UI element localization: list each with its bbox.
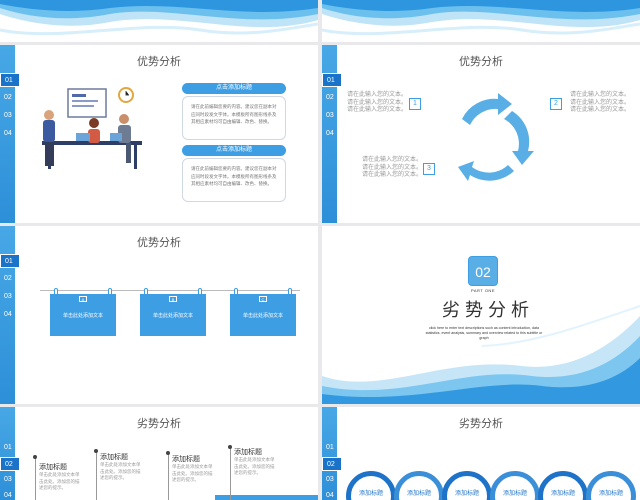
nav-item-02[interactable]: 02 <box>0 91 19 105</box>
timeline-item-desc: 单击此处添加文本单击此处。添加您的描述您的提示。 <box>172 464 213 482</box>
slide-thumbnail-7[interactable]: 01 02 03 04 劣势分析 添加标题 单击此处添加文本单击此处。添加您的描… <box>0 407 318 500</box>
nav-item-01[interactable]: 01 <box>0 254 20 268</box>
nav-item-01[interactable]: 01 <box>322 441 341 455</box>
nav-item-03[interactable]: 03 <box>322 473 341 487</box>
circle-item-1[interactable]: 添加标题 <box>346 471 396 500</box>
circle-label: 添加标题 <box>502 491 527 497</box>
slide-thumbnail-5[interactable]: 01 02 03 04 优势分析 A 单击此处添加文本 B 单击此处添加文本 C… <box>0 226 318 404</box>
section-description: click here to enter text descriptions su… <box>425 326 543 340</box>
nav-item-04[interactable]: 04 <box>322 489 341 500</box>
cycle-arrows-icon <box>458 93 534 181</box>
circle-item-6[interactable]: 添加标题 <box>586 471 636 500</box>
section-number-badge: 02 <box>468 256 498 286</box>
circle-item-2[interactable]: 添加标题 <box>394 471 444 500</box>
card-text: 单击此处添加文本 <box>62 313 103 319</box>
callout-box-2[interactable]: 请在此前编辑您要的内容。建议您在副本对应同时段发文字体。本模板所有图形线条及其相… <box>182 158 286 202</box>
side-nav: 01 02 03 04 <box>0 45 20 223</box>
callout-header-1[interactable]: 点击添加标题 <box>182 83 286 94</box>
slide-thumbnail-2[interactable] <box>322 0 640 42</box>
slide-grid: 01 02 03 04 优势分析 点击添加标题 请在此前编辑您要的内容。建议您在… <box>0 0 640 500</box>
card-tag: C <box>259 296 267 302</box>
nav-item-01[interactable]: 01 <box>322 73 342 87</box>
slide-thumbnail-4[interactable]: 01 02 03 04 优势分析 请在此输入您的文本。 请在此输入您的文本。 请… <box>322 45 640 223</box>
slide-title: 优势分析 <box>459 56 503 68</box>
number-box-2: 2 <box>550 98 562 110</box>
nav-item-02[interactable]: 02 <box>0 272 19 286</box>
side-nav: 01 02 03 04 <box>322 45 342 223</box>
hanging-card-a[interactable]: A 单击此处添加文本 <box>50 288 116 336</box>
timeline-item-title[interactable]: 添加标题 <box>39 462 67 472</box>
nav-item-03[interactable]: 03 <box>0 290 19 304</box>
text-block-right[interactable]: 请在此输入您的文本。 请在此输入您的文本。 请在此输入您的文本。 <box>570 92 636 115</box>
section-title: 劣势分析 <box>442 300 534 320</box>
text-block-left-bottom[interactable]: 请在此输入您的文本。 请在此输入您的文本。 请在此输入您的文本。 <box>362 157 428 180</box>
wave-decoration <box>322 0 640 36</box>
circle-item-4[interactable]: 添加标题 <box>490 471 540 500</box>
slide-title: 优势分析 <box>137 56 181 68</box>
card-text: 单击此处添加文本 <box>152 313 193 319</box>
card-tag: A <box>79 296 87 302</box>
slide-thumbnail-3[interactable]: 01 02 03 04 优势分析 点击添加标题 请在此前编辑您要的内容。建议您在… <box>0 45 318 223</box>
nav-item-04[interactable]: 04 <box>0 127 19 141</box>
circle-label: 添加标题 <box>550 491 575 497</box>
hanging-card-b[interactable]: B 单击此处添加文本 <box>140 288 206 336</box>
circle-item-5[interactable]: 添加标题 <box>538 471 588 500</box>
circle-label: 添加标题 <box>406 491 431 497</box>
timeline-item-title[interactable]: 添加标题 <box>100 452 128 462</box>
timeline-item-desc: 单击此处添加文本单击此处。添加您的描述您的提示。 <box>100 462 141 480</box>
callout-box-1[interactable]: 请在此前编辑您要的内容。建议您在副本对应同时段发文字体。本模板所有图形线条及其相… <box>182 96 286 140</box>
nav-item-01[interactable]: 01 <box>0 73 20 87</box>
nav-item-03[interactable]: 03 <box>322 109 341 123</box>
slide-thumbnail-8[interactable]: 01 02 03 04 劣势分析 添加标题 添加标题 添加标题 添加标题 添加标… <box>322 407 640 500</box>
nav-item-03[interactable]: 03 <box>0 109 19 123</box>
slide-title: 劣势分析 <box>137 418 181 430</box>
slide-thumbnail-1[interactable] <box>0 0 318 42</box>
nav-item-02[interactable]: 02 <box>0 457 20 471</box>
nav-item-03[interactable]: 03 <box>0 473 19 487</box>
timeline-item-title[interactable]: 添加标题 <box>234 447 262 457</box>
circle-label: 添加标题 <box>358 491 383 497</box>
nav-item-02[interactable]: 02 <box>322 91 341 105</box>
nav-item-02[interactable]: 02 <box>322 457 342 471</box>
wave-decoration <box>0 0 318 36</box>
slide-title: 劣势分析 <box>459 418 503 430</box>
circle-item-3[interactable]: 添加标题 <box>442 471 492 500</box>
circle-label: 添加标题 <box>454 491 479 497</box>
nav-item-04[interactable]: 04 <box>0 489 19 500</box>
nav-item-01[interactable]: 01 <box>0 441 19 455</box>
timeline-item-desc: 单击此处添加文本单击此处。添加您的描述您的提示。 <box>39 472 80 490</box>
card-tag: B <box>169 296 177 302</box>
text-block-left-top[interactable]: 请在此输入您的文本。 请在此输入您的文本。 请在此输入您的文本。 <box>347 92 417 115</box>
slide-title: 优势分析 <box>137 237 181 249</box>
hanging-card-c[interactable]: C 单击此处添加文本 <box>230 288 296 336</box>
number-box-1: 1 <box>409 98 421 110</box>
nav-item-04[interactable]: 04 <box>322 127 341 141</box>
slide-thumbnail-6[interactable]: 02 PART ONE 劣势分析 click here to enter tex… <box>322 226 640 404</box>
side-nav: 01 02 03 04 <box>0 226 20 404</box>
number-box-3: 3 <box>423 163 435 175</box>
timeline-item-title[interactable]: 添加标题 <box>172 454 200 464</box>
timeline-item-desc: 单击此处添加文本单击此处。添加您的描述您的提示。 <box>234 457 275 475</box>
part-label: PART ONE <box>470 288 495 293</box>
circle-label: 添加标题 <box>598 491 623 497</box>
callout-header-2[interactable]: 点击添加标题 <box>182 145 286 156</box>
nav-item-04[interactable]: 04 <box>0 308 19 322</box>
card-text: 单击此处添加文本 <box>242 313 283 319</box>
office-meeting-illustration <box>42 87 142 169</box>
